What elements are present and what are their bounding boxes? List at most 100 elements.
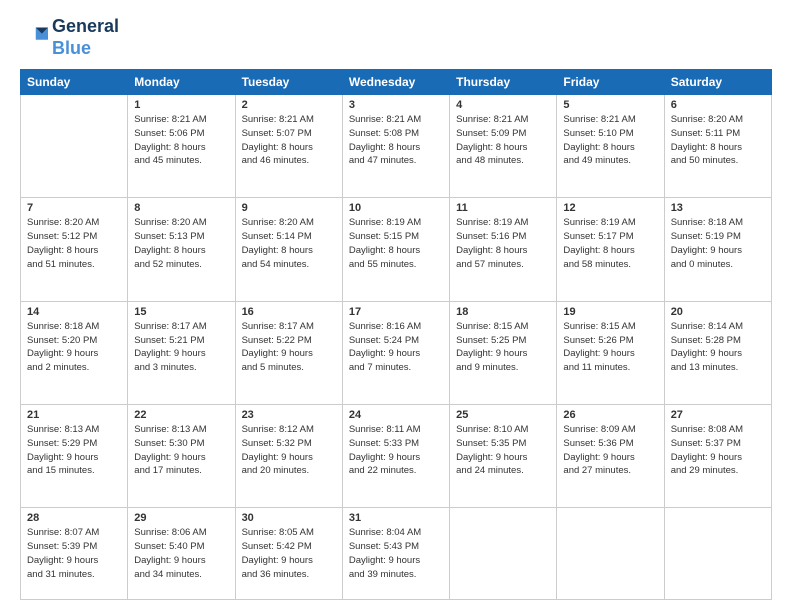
day-cell <box>664 508 771 600</box>
day-info: Sunrise: 8:20 AMSunset: 5:11 PMDaylight:… <box>671 113 765 168</box>
day-number: 28 <box>27 512 121 524</box>
day-info: Sunrise: 8:21 AMSunset: 5:08 PMDaylight:… <box>349 113 443 168</box>
day-number: 16 <box>242 306 336 318</box>
day-cell: 19 Sunrise: 8:15 AMSunset: 5:26 PMDayligh… <box>557 301 664 404</box>
day-number: 31 <box>349 512 443 524</box>
day-info: Sunrise: 8:14 AMSunset: 5:28 PMDaylight:… <box>671 320 765 375</box>
day-number: 25 <box>456 409 550 421</box>
day-info: Sunrise: 8:17 AMSunset: 5:22 PMDaylight:… <box>242 320 336 375</box>
day-cell: 18 Sunrise: 8:15 AMSunset: 5:25 PMDayligh… <box>450 301 557 404</box>
day-cell: 2 Sunrise: 8:21 AMSunset: 5:07 PMDaylight… <box>235 95 342 198</box>
day-number: 19 <box>563 306 657 318</box>
day-info: Sunrise: 8:05 AMSunset: 5:42 PMDaylight:… <box>242 526 336 581</box>
day-cell: 9 Sunrise: 8:20 AMSunset: 5:14 PMDaylight… <box>235 198 342 301</box>
day-cell <box>450 508 557 600</box>
day-cell: 1 Sunrise: 8:21 AMSunset: 5:06 PMDaylight… <box>128 95 235 198</box>
day-cell: 24Sunrise: 8:11 AMSunset: 5:33 PMDayligh… <box>342 405 449 508</box>
week-row-5: 28 Sunrise: 8:07 AMSunset: 5:39 PMDayligh… <box>21 508 772 600</box>
day-number: 9 <box>242 202 336 214</box>
day-number: 1 <box>134 99 228 111</box>
logo-icon <box>20 24 48 52</box>
day-number: 20 <box>671 306 765 318</box>
day-number: 17 <box>349 306 443 318</box>
day-cell: 5Sunrise: 8:21 AMSunset: 5:10 PMDaylight… <box>557 95 664 198</box>
day-cell: 8 Sunrise: 8:20 AMSunset: 5:13 PMDaylight… <box>128 198 235 301</box>
day-number: 15 <box>134 306 228 318</box>
day-cell <box>21 95 128 198</box>
day-number: 27 <box>671 409 765 421</box>
day-info: Sunrise: 8:15 AMSunset: 5:25 PMDaylight:… <box>456 320 550 375</box>
day-number: 14 <box>27 306 121 318</box>
day-cell: 28 Sunrise: 8:07 AMSunset: 5:39 PMDayligh… <box>21 508 128 600</box>
day-info: Sunrise: 8:21 AMSunset: 5:07 PMDaylight:… <box>242 113 336 168</box>
day-cell: 30 Sunrise: 8:05 AMSunset: 5:42 PMDayligh… <box>235 508 342 600</box>
logo: General Blue <box>20 16 119 59</box>
col-header-saturday: Saturday <box>664 70 771 95</box>
day-number: 4 <box>456 99 550 111</box>
day-cell: 16 Sunrise: 8:17 AMSunset: 5:22 PMDayligh… <box>235 301 342 404</box>
day-number: 6 <box>671 99 765 111</box>
day-number: 5 <box>563 99 657 111</box>
day-number: 30 <box>242 512 336 524</box>
day-cell: 20 Sunrise: 8:14 AMSunset: 5:28 PMDayligh… <box>664 301 771 404</box>
day-info: Sunrise: 8:09 AMSunset: 5:36 PMDaylight:… <box>563 423 657 478</box>
day-cell: 3Sunrise: 8:21 AMSunset: 5:08 PMDaylight… <box>342 95 449 198</box>
day-number: 13 <box>671 202 765 214</box>
day-cell: 31 Sunrise: 8:04 AMSunset: 5:43 PMDayligh… <box>342 508 449 600</box>
day-info: Sunrise: 8:20 AMSunset: 5:12 PMDaylight:… <box>27 216 121 271</box>
week-row-3: 14 Sunrise: 8:18 AMSunset: 5:20 PMDayligh… <box>21 301 772 404</box>
header-row: SundayMondayTuesdayWednesdayThursdayFrid… <box>21 70 772 95</box>
col-header-wednesday: Wednesday <box>342 70 449 95</box>
day-cell: 11Sunrise: 8:19 AMSunset: 5:16 PMDayligh… <box>450 198 557 301</box>
day-info: Sunrise: 8:17 AMSunset: 5:21 PMDaylight:… <box>134 320 228 375</box>
day-cell: 21Sunrise: 8:13 AMSunset: 5:29 PMDayligh… <box>21 405 128 508</box>
day-cell <box>557 508 664 600</box>
day-info: Sunrise: 8:20 AMSunset: 5:13 PMDaylight:… <box>134 216 228 271</box>
day-number: 18 <box>456 306 550 318</box>
day-info: Sunrise: 8:20 AMSunset: 5:14 PMDaylight:… <box>242 216 336 271</box>
day-info: Sunrise: 8:19 AMSunset: 5:17 PMDaylight:… <box>563 216 657 271</box>
day-cell: 29Sunrise: 8:06 AMSunset: 5:40 PMDayligh… <box>128 508 235 600</box>
week-row-4: 21Sunrise: 8:13 AMSunset: 5:29 PMDayligh… <box>21 405 772 508</box>
day-cell: 23Sunrise: 8:12 AMSunset: 5:32 PMDayligh… <box>235 405 342 508</box>
day-number: 7 <box>27 202 121 214</box>
day-cell: 6 Sunrise: 8:20 AMSunset: 5:11 PMDaylight… <box>664 95 771 198</box>
day-cell: 17 Sunrise: 8:16 AMSunset: 5:24 PMDayligh… <box>342 301 449 404</box>
day-cell: 13 Sunrise: 8:18 AMSunset: 5:19 PMDayligh… <box>664 198 771 301</box>
header: General Blue <box>20 16 772 59</box>
day-info: Sunrise: 8:16 AMSunset: 5:24 PMDaylight:… <box>349 320 443 375</box>
day-number: 8 <box>134 202 228 214</box>
day-info: Sunrise: 8:21 AMSunset: 5:06 PMDaylight:… <box>134 113 228 168</box>
day-cell: 22 Sunrise: 8:13 AMSunset: 5:30 PMDayligh… <box>128 405 235 508</box>
page: General Blue SundayMondayTuesdayWednesda… <box>0 0 792 612</box>
col-header-tuesday: Tuesday <box>235 70 342 95</box>
day-info: Sunrise: 8:07 AMSunset: 5:39 PMDaylight:… <box>27 526 121 581</box>
day-info: Sunrise: 8:11 AMSunset: 5:33 PMDaylight:… <box>349 423 443 478</box>
day-info: Sunrise: 8:12 AMSunset: 5:32 PMDaylight:… <box>242 423 336 478</box>
day-number: 12 <box>563 202 657 214</box>
day-info: Sunrise: 8:04 AMSunset: 5:43 PMDaylight:… <box>349 526 443 581</box>
day-info: Sunrise: 8:18 AMSunset: 5:19 PMDaylight:… <box>671 216 765 271</box>
day-number: 2 <box>242 99 336 111</box>
day-info: Sunrise: 8:10 AMSunset: 5:35 PMDaylight:… <box>456 423 550 478</box>
day-cell: 25 Sunrise: 8:10 AMSunset: 5:35 PMDayligh… <box>450 405 557 508</box>
logo-text-line2: Blue <box>52 38 119 60</box>
day-number: 29 <box>134 512 228 524</box>
day-cell: 12 Sunrise: 8:19 AMSunset: 5:17 PMDayligh… <box>557 198 664 301</box>
day-number: 22 <box>134 409 228 421</box>
day-number: 26 <box>563 409 657 421</box>
day-info: Sunrise: 8:15 AMSunset: 5:26 PMDaylight:… <box>563 320 657 375</box>
day-cell: 15 Sunrise: 8:17 AMSunset: 5:21 PMDayligh… <box>128 301 235 404</box>
col-header-monday: Monday <box>128 70 235 95</box>
day-number: 11 <box>456 202 550 214</box>
day-cell: 27 Sunrise: 8:08 AMSunset: 5:37 PMDayligh… <box>664 405 771 508</box>
day-cell: 4Sunrise: 8:21 AMSunset: 5:09 PMDaylight… <box>450 95 557 198</box>
day-info: Sunrise: 8:18 AMSunset: 5:20 PMDaylight:… <box>27 320 121 375</box>
day-cell: 7 Sunrise: 8:20 AMSunset: 5:12 PMDaylight… <box>21 198 128 301</box>
day-cell: 14 Sunrise: 8:18 AMSunset: 5:20 PMDayligh… <box>21 301 128 404</box>
calendar-table: SundayMondayTuesdayWednesdayThursdayFrid… <box>20 69 772 600</box>
day-info: Sunrise: 8:13 AMSunset: 5:30 PMDaylight:… <box>134 423 228 478</box>
col-header-thursday: Thursday <box>450 70 557 95</box>
day-cell: 26 Sunrise: 8:09 AMSunset: 5:36 PMDayligh… <box>557 405 664 508</box>
day-info: Sunrise: 8:08 AMSunset: 5:37 PMDaylight:… <box>671 423 765 478</box>
